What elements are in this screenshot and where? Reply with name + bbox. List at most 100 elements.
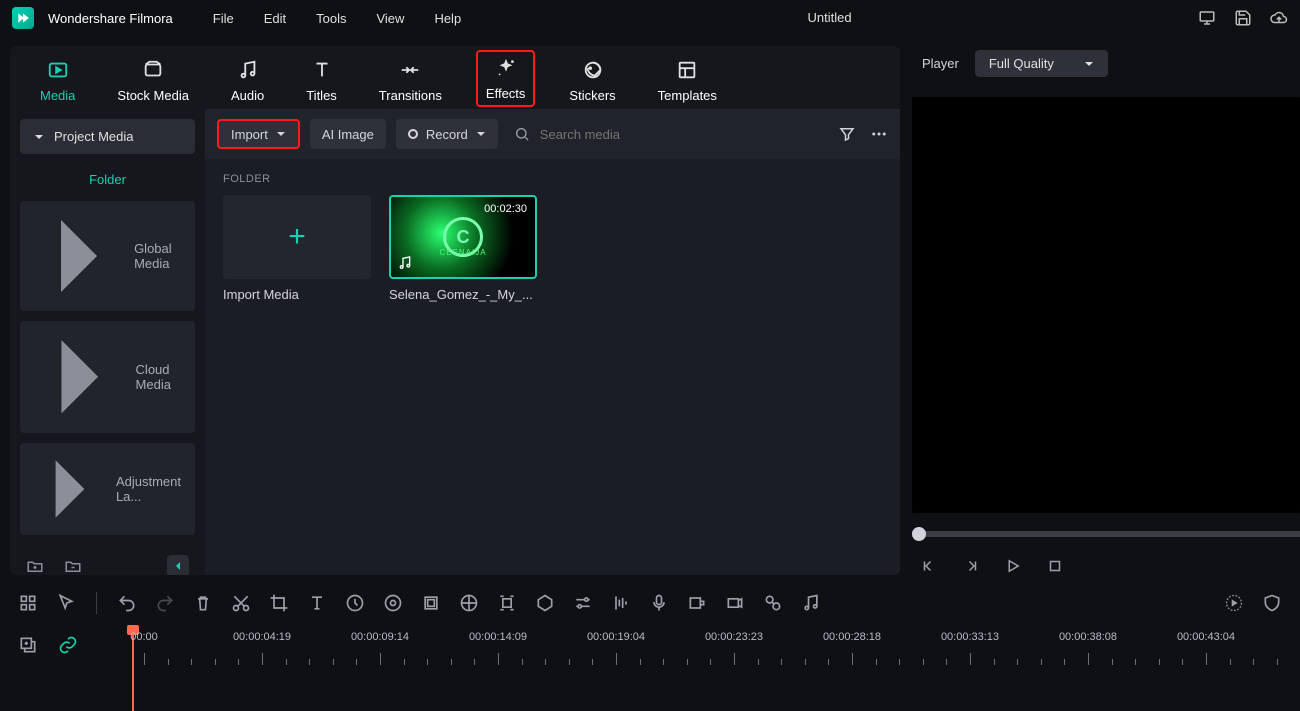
- keyframe-icon[interactable]: [459, 593, 479, 613]
- import-thumb[interactable]: +: [223, 195, 371, 279]
- tab-transitions[interactable]: Transitions: [379, 58, 442, 103]
- time-label: 00:00:23:23: [705, 631, 763, 643]
- tab-media[interactable]: Media: [40, 58, 75, 103]
- record-label: Record: [426, 127, 468, 142]
- tab-audio[interactable]: Audio: [231, 58, 264, 103]
- menu-file[interactable]: File: [213, 11, 234, 26]
- time-label: 00:00:19:04: [587, 631, 645, 643]
- effects-icon: [492, 56, 520, 80]
- main-menu: File Edit Tools View Help: [213, 11, 461, 26]
- grid-icon[interactable]: [18, 593, 38, 613]
- player-panel: Player Full Quality: [912, 46, 1300, 575]
- play-icon[interactable]: [1004, 557, 1022, 575]
- link-icon[interactable]: [58, 635, 78, 655]
- chevron-down-icon: [476, 129, 486, 139]
- tab-templates[interactable]: Templates: [658, 58, 717, 103]
- import-card-label: Import Media: [223, 287, 371, 302]
- menu-edit[interactable]: Edit: [264, 11, 286, 26]
- tab-stickers[interactable]: Stickers: [569, 58, 615, 103]
- mask-icon[interactable]: [421, 593, 441, 613]
- sidebar-folder[interactable]: Folder: [20, 166, 195, 201]
- media-thumb[interactable]: 00:02:30 C CEENAIJA: [389, 195, 537, 279]
- search-input[interactable]: [540, 127, 828, 142]
- tab-effects[interactable]: Effects: [476, 50, 536, 107]
- monitor-icon[interactable]: [1198, 9, 1216, 27]
- time-label: 00:00:04:19: [233, 631, 291, 643]
- ai-image-label: AI Image: [322, 127, 374, 142]
- save-icon[interactable]: [1234, 9, 1252, 27]
- pointer-icon[interactable]: [56, 593, 76, 613]
- media-icon: [44, 58, 72, 82]
- chroma-icon[interactable]: [535, 593, 555, 613]
- category-tabs: Media Stock Media Audio Titles Transitio…: [10, 46, 900, 109]
- time-label: 00:00:38:08: [1059, 631, 1117, 643]
- import-media-card[interactable]: + Import Media: [223, 195, 371, 302]
- render-icon[interactable]: [725, 593, 745, 613]
- media-badge-text: CEENAIJA: [439, 248, 486, 257]
- delete-icon[interactable]: [193, 593, 213, 613]
- sidebar-item-adjustment[interactable]: Adjustment La...: [20, 443, 195, 535]
- collapse-sidebar-button[interactable]: [167, 555, 189, 575]
- timeline-settings-icon[interactable]: [1224, 593, 1244, 613]
- sidebar-project-media[interactable]: Project Media: [20, 119, 195, 154]
- record-dot-icon: [408, 129, 418, 139]
- stop-icon[interactable]: [1046, 557, 1064, 575]
- title-bar: Wondershare Filmora File Edit Tools View…: [0, 0, 1300, 36]
- cut-icon[interactable]: [231, 593, 251, 613]
- menu-help[interactable]: Help: [434, 11, 461, 26]
- seek-knob[interactable]: [912, 527, 926, 541]
- audio-detach-icon[interactable]: [801, 593, 821, 613]
- next-frame-icon[interactable]: [962, 557, 980, 575]
- time-label: 00:00:33:13: [941, 631, 999, 643]
- marker-icon[interactable]: [687, 593, 707, 613]
- add-track-icon[interactable]: [18, 635, 38, 655]
- redo-icon[interactable]: [155, 593, 175, 613]
- speed-icon[interactable]: [345, 593, 365, 613]
- delete-folder-icon[interactable]: [64, 557, 82, 575]
- record-button[interactable]: Record: [396, 119, 498, 149]
- ai-image-button[interactable]: AI Image: [310, 119, 386, 149]
- sidebar-item-label: Global Media: [134, 241, 181, 271]
- timeline-ruler[interactable]: 00:0000:00:04:1900:00:09:1400:00:14:0900…: [130, 625, 1300, 711]
- audio-mix-icon[interactable]: [611, 593, 631, 613]
- menu-tools[interactable]: Tools: [316, 11, 346, 26]
- filter-icon[interactable]: [838, 125, 856, 143]
- sidebar-item-cloud[interactable]: Cloud Media: [20, 321, 195, 433]
- media-card[interactable]: 00:02:30 C CEENAIJA Selena_Gomez_-_My_..…: [389, 195, 537, 302]
- text-icon[interactable]: [307, 593, 327, 613]
- adjust-icon[interactable]: [573, 593, 593, 613]
- sidebar-project-label: Project Media: [54, 129, 133, 144]
- color-icon[interactable]: [383, 593, 403, 613]
- crop-icon[interactable]: [269, 593, 289, 613]
- voiceover-icon[interactable]: [649, 593, 669, 613]
- group-icon[interactable]: [763, 593, 783, 613]
- tab-titles[interactable]: Titles: [306, 58, 337, 103]
- cloud-upload-icon[interactable]: [1270, 9, 1288, 27]
- timeline-toolbar: [0, 581, 1300, 625]
- media-toolbar: Import AI Image Record: [205, 109, 900, 159]
- player-label: Player: [922, 56, 959, 71]
- stock-media-icon: [139, 58, 167, 82]
- import-button[interactable]: Import: [217, 119, 300, 149]
- app-logo: [12, 7, 34, 29]
- sidebar-item-label: Cloud Media: [136, 362, 181, 392]
- tab-stock-media[interactable]: Stock Media: [117, 58, 189, 103]
- time-label: 00:00:09:14: [351, 631, 409, 643]
- seek-bar[interactable]: [912, 531, 1300, 537]
- video-preview[interactable]: [912, 97, 1300, 513]
- undo-icon[interactable]: [117, 593, 137, 613]
- sidebar-item-global[interactable]: Global Media: [20, 201, 195, 311]
- prev-frame-icon[interactable]: [920, 557, 938, 575]
- quality-value: Full Quality: [989, 56, 1054, 71]
- document-title: Untitled: [808, 10, 852, 25]
- app-title: Wondershare Filmora: [48, 11, 173, 26]
- tracking-icon[interactable]: [497, 593, 517, 613]
- shield-icon[interactable]: [1262, 593, 1282, 613]
- more-icon[interactable]: [870, 125, 888, 143]
- caret-down-icon: [34, 132, 44, 142]
- chevron-down-icon: [276, 129, 286, 139]
- plus-icon: +: [288, 220, 306, 254]
- quality-select[interactable]: Full Quality: [975, 50, 1108, 77]
- menu-view[interactable]: View: [376, 11, 404, 26]
- new-folder-icon[interactable]: [26, 557, 44, 575]
